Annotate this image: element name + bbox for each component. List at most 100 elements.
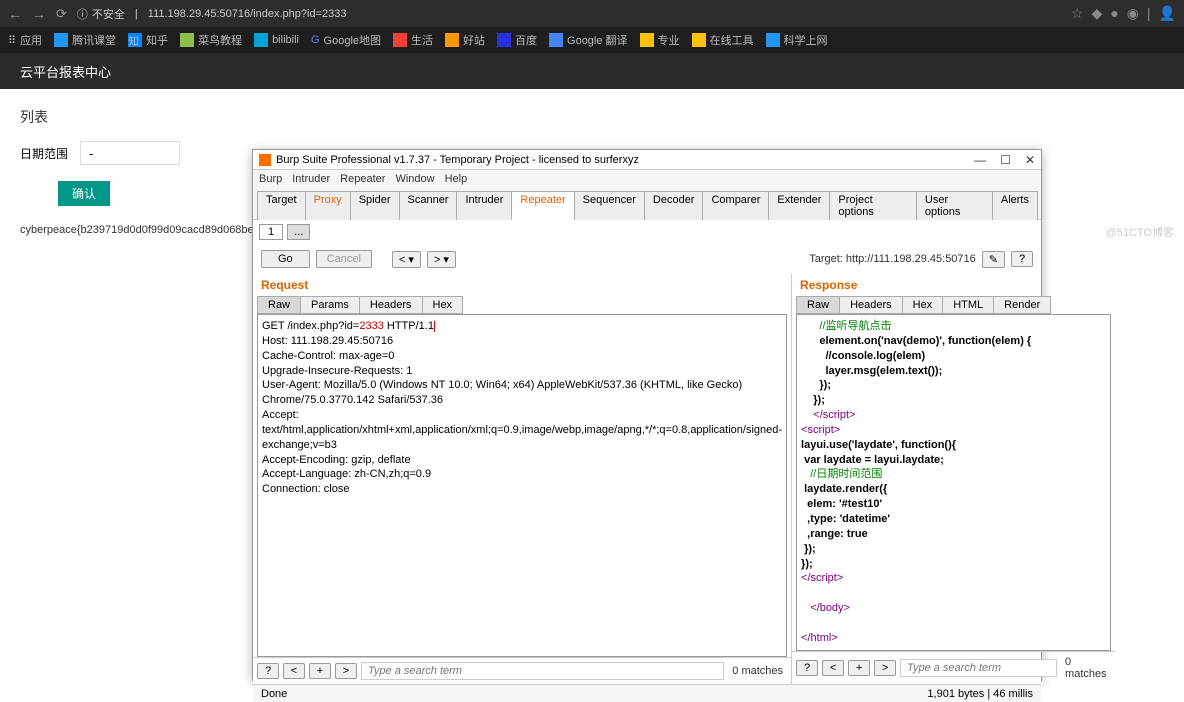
window-title-bar[interactable]: Burp Suite Professional v1.7.37 - Tempor… (253, 150, 1041, 170)
search-prev-button[interactable]: < (822, 660, 844, 676)
bookmarks-bar: ⠿ 应用 腾讯课堂 知知乎 菜鸟教程 bilibili GGoogle地图 生活… (0, 27, 1184, 53)
avatar-icon[interactable]: 👤 (1159, 5, 1176, 22)
forward-button[interactable]: → (32, 6, 46, 22)
maximize-button[interactable]: ☐ (1000, 153, 1011, 167)
menu-burp[interactable]: Burp (259, 173, 282, 185)
tab-project-options[interactable]: Project options (829, 191, 916, 220)
request-tab-headers[interactable]: Headers (359, 296, 423, 314)
request-tab-raw[interactable]: Raw (257, 296, 301, 314)
response-tab-hex[interactable]: Hex (902, 296, 944, 314)
security-indicator[interactable]: ⓘ 不安全 (77, 6, 125, 22)
main-tabs: Target Proxy Spider Scanner Intruder Rep… (253, 188, 1041, 220)
request-search-input[interactable] (361, 662, 724, 680)
go-button[interactable]: Go (261, 250, 310, 268)
bookmark-folder[interactable]: 专业 (640, 32, 680, 48)
window-title: Burp Suite Professional v1.7.37 - Tempor… (276, 154, 639, 166)
request-title: Request (253, 274, 791, 296)
search-next-button[interactable]: > (335, 663, 357, 679)
status-bar: Done 1,901 bytes | 46 millis (253, 684, 1041, 702)
tab-extender[interactable]: Extender (768, 191, 830, 220)
minimize-button[interactable]: — (974, 153, 986, 167)
action-bar: Go Cancel < ▾ > ▾ Target: http://111.198… (253, 244, 1041, 274)
ext-icon[interactable]: ◆ (1091, 5, 1102, 22)
response-matches: 0 matches (1061, 656, 1111, 680)
response-tab-html[interactable]: HTML (942, 296, 994, 314)
tab-repeater[interactable]: Repeater (511, 191, 574, 220)
page-header: 云平台报表中心 (0, 53, 1184, 89)
bookmark-item[interactable]: Google 翻译 (549, 32, 628, 48)
search-next-button[interactable]: > (874, 660, 896, 676)
tab-comparer[interactable]: Comparer (702, 191, 769, 220)
edit-target-icon[interactable]: ✎ (982, 251, 1005, 268)
burp-logo-icon (259, 154, 271, 166)
bookmark-item[interactable]: 知知乎 (128, 32, 168, 48)
response-title: Response (792, 274, 1115, 296)
tab-intruder[interactable]: Intruder (456, 191, 512, 220)
response-content[interactable]: //监听导航点击 element.on('nav(demo)', functio… (796, 314, 1111, 651)
apps-button[interactable]: ⠿ 应用 (8, 32, 42, 48)
watermark: @51CTO博客 (1106, 224, 1174, 240)
menu-intruder[interactable]: Intruder (292, 173, 330, 185)
burp-window: Burp Suite Professional v1.7.37 - Tempor… (252, 149, 1042, 681)
search-prev-button[interactable]: < (283, 663, 305, 679)
bookmark-item[interactable]: bilibili (254, 33, 299, 47)
search-add-button[interactable]: + (848, 660, 870, 676)
request-tab-params[interactable]: Params (300, 296, 360, 314)
date-label: 日期范围 (20, 145, 68, 162)
search-help-button[interactable]: ? (796, 660, 818, 676)
ext-icon[interactable]: ◉ (1127, 5, 1139, 22)
browser-toolbar: ← → ⟳ ⓘ 不安全 | 111.198.29.45:50716/index.… (0, 0, 1184, 27)
response-tab-raw[interactable]: Raw (796, 296, 840, 314)
bookmark-item[interactable]: 科学上网 (766, 32, 828, 48)
sub-tab-more[interactable]: ... (287, 224, 310, 240)
cancel-button[interactable]: Cancel (316, 250, 372, 268)
request-matches: 0 matches (728, 665, 787, 677)
bookmark-item[interactable]: 腾讯课堂 (54, 32, 116, 48)
bookmark-item[interactable]: 百度 (497, 32, 537, 48)
bookmark-folder[interactable]: 在线工具 (692, 32, 754, 48)
list-title: 列表 (20, 107, 1164, 127)
response-pane: Response Raw Headers Hex HTML Render //监… (792, 274, 1115, 684)
request-pane: Request Raw Params Headers Hex GET /inde… (253, 274, 792, 684)
star-icon[interactable]: ☆ (1071, 5, 1084, 22)
confirm-button[interactable]: 确认 (58, 181, 110, 206)
date-input[interactable] (80, 141, 180, 165)
ext-icon[interactable]: ● (1110, 5, 1118, 22)
tab-scanner[interactable]: Scanner (399, 191, 458, 220)
menu-bar: Burp Intruder Repeater Window Help (253, 170, 1041, 188)
response-tab-headers[interactable]: Headers (839, 296, 903, 314)
tab-alerts[interactable]: Alerts (992, 191, 1038, 220)
extension-icons: ☆ ◆ ● ◉ | 👤 (1071, 5, 1176, 22)
repeater-sub-tabs: 1 ... (253, 220, 1041, 244)
help-button[interactable]: ? (1011, 251, 1033, 267)
address-bar[interactable]: 111.198.29.45:50716/index.php?id=2333 (148, 8, 347, 20)
sub-tab-1[interactable]: 1 (259, 224, 283, 240)
bookmark-folder[interactable]: 好站 (445, 32, 485, 48)
response-search-input[interactable] (900, 659, 1057, 677)
status-right: 1,901 bytes | 46 millis (927, 688, 1033, 700)
status-left: Done (261, 688, 287, 700)
tab-spider[interactable]: Spider (350, 191, 400, 220)
back-button[interactable]: ← (8, 6, 22, 22)
history-forward-button[interactable]: > ▾ (427, 251, 456, 268)
target-label: Target: http://111.198.29.45:50716 (809, 253, 976, 265)
request-content[interactable]: GET /index.php?id=2333 HTTP/1.1 Host: 11… (257, 314, 787, 657)
tab-decoder[interactable]: Decoder (644, 191, 704, 220)
tab-proxy[interactable]: Proxy (305, 191, 351, 220)
request-tab-hex[interactable]: Hex (422, 296, 464, 314)
bookmark-item[interactable]: GGoogle地图 (311, 32, 381, 48)
tab-user-options[interactable]: User options (916, 191, 993, 220)
close-button[interactable]: ✕ (1025, 153, 1035, 167)
response-tab-render[interactable]: Render (993, 296, 1051, 314)
tab-target[interactable]: Target (257, 191, 306, 220)
menu-help[interactable]: Help (445, 173, 468, 185)
search-help-button[interactable]: ? (257, 663, 279, 679)
history-back-button[interactable]: < ▾ (392, 251, 421, 268)
tab-sequencer[interactable]: Sequencer (574, 191, 645, 220)
bookmark-folder[interactable]: 生活 (393, 32, 433, 48)
search-add-button[interactable]: + (309, 663, 331, 679)
reload-button[interactable]: ⟳ (56, 6, 67, 22)
menu-window[interactable]: Window (395, 173, 434, 185)
bookmark-item[interactable]: 菜鸟教程 (180, 32, 242, 48)
menu-repeater[interactable]: Repeater (340, 173, 385, 185)
